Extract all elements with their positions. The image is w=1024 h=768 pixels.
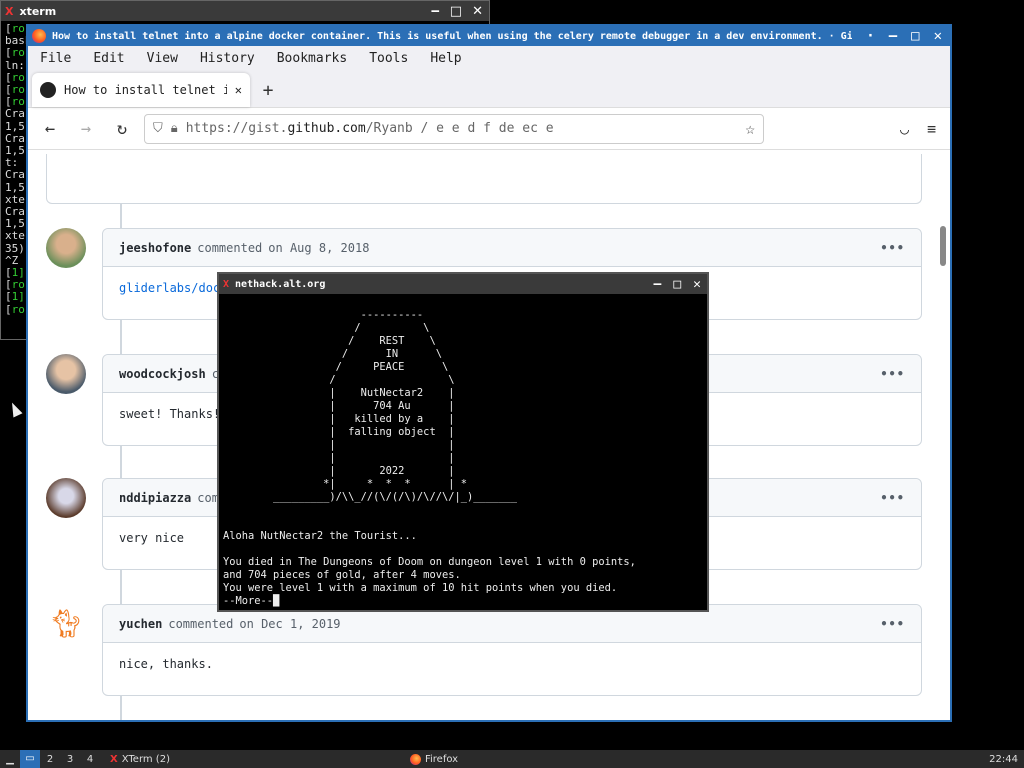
tab-close-icon[interactable]: ✕ [235,83,242,97]
x-logo-icon: X [5,4,14,18]
new-tab-button[interactable]: + [250,73,286,107]
tab-bar: How to install telnet in ✕ + [28,70,950,108]
sticky-icon[interactable]: · [866,28,874,44]
minimize-icon[interactable]: ‒ [431,4,440,19]
clock: 22:44 [989,753,1018,765]
menu-edit[interactable]: Edit [93,51,124,66]
comment-date[interactable]: on Aug 8, 2018 [268,241,369,255]
xterm-titlebar[interactable]: X xterm ‒ □ ✕ [1,1,489,21]
avatar[interactable] [46,354,86,394]
reload-button[interactable]: ↻ [108,115,136,143]
comment-header: jeeshofone commented on Aug 8, 2018 ••• [103,229,921,267]
firefox-logo-icon [409,753,421,765]
cat-avatar-icon[interactable]: 🐈︎ [46,604,86,644]
url-text: https://gist.github.com/Ryanb / e e d f … [185,121,554,136]
comment-author[interactable]: nddipiazza [119,491,191,505]
comment-date[interactable]: on Dec 1, 2019 [239,617,340,631]
menu-bar: File Edit View History Bookmarks Tools H… [28,46,950,70]
pocket-icon[interactable]: ◡ [900,120,909,138]
menu-bookmarks[interactable]: Bookmarks [277,51,347,66]
nethack-title: nethack.alt.org [235,278,326,290]
tab-gist[interactable]: How to install telnet in ✕ [32,73,250,107]
avatar[interactable] [46,478,86,518]
menu-view[interactable]: View [147,51,178,66]
comment-author[interactable]: jeeshofone [119,241,191,255]
xterm-title: xterm [19,4,57,18]
workspace-menu-icon[interactable]: ▁ [0,754,20,765]
comment-author[interactable]: woodcockjosh [119,367,206,381]
minimize-icon[interactable]: ‒ [889,28,897,44]
github-icon [40,82,56,98]
menu-help[interactable]: Help [430,51,461,66]
firefox-logo-icon [32,29,46,43]
more-options-icon[interactable]: ••• [880,617,905,631]
close-icon[interactable]: ✕ [934,28,942,44]
comment-author[interactable]: yuchen [119,617,162,631]
lock-icon[interactable]: 🔒︎ [171,121,178,136]
scrollbar-thumb[interactable] [940,226,946,266]
previous-comment-box [46,154,922,204]
taskbar: ▁ ▭ 2 3 4 X XTerm (2) Firefox 22:44 [0,750,1024,768]
tab-title: How to install telnet in [64,83,227,97]
shield-icon[interactable]: ⛉ [153,121,163,136]
x-logo-icon: X [110,753,118,765]
hamburger-menu-icon[interactable]: ≡ [927,120,936,138]
nethack-titlebar[interactable]: X nethack.alt.org ‒ □ ✕ [219,274,707,294]
mouse-pointer-icon [7,400,23,418]
close-icon[interactable]: ✕ [693,277,701,292]
comment-link[interactable]: gliderlabs/doc [119,281,220,295]
firefox-titlebar[interactable]: How to install telnet into a alpine dock… [28,26,950,46]
url-bar[interactable]: ⛉ 🔒︎ https://gist.github.com/Ryanb / e e… [144,113,764,144]
maximize-icon[interactable]: □ [911,28,919,44]
taskbar-xterm[interactable]: X XTerm (2) [110,754,170,765]
window-title: How to install telnet into a alpine dock… [52,30,853,42]
workspace-2[interactable]: 2 [40,754,60,765]
more-options-icon[interactable]: ••• [880,241,905,255]
avatar[interactable] [46,228,86,268]
more-options-icon[interactable]: ••• [880,491,905,505]
workspace-3[interactable]: 3 [60,754,80,765]
nethack-terminal-window[interactable]: X nethack.alt.org ‒ □ ✕ ---------- / \ /… [217,272,709,612]
maximize-icon[interactable]: □ [450,4,462,19]
menu-history[interactable]: History [200,51,255,66]
maximize-icon[interactable]: □ [673,277,681,292]
forward-button[interactable]: → [72,115,100,143]
workspace-1[interactable]: ▭ [20,750,40,768]
navigation-bar: ← → ↻ ⛉ 🔒︎ https://gist.github.com/Ryanb… [28,108,950,150]
comment-body: nice, thanks. [119,657,213,671]
close-icon[interactable]: ✕ [472,4,483,19]
workspace-4[interactable]: 4 [80,754,100,765]
minimize-icon[interactable]: ‒ [654,277,662,292]
bookmark-star-icon[interactable]: ☆ [745,119,755,138]
comment-box: yuchen commented on Dec 1, 2019 ••• nice… [102,604,922,696]
back-button[interactable]: ← [36,115,64,143]
menu-tools[interactable]: Tools [369,51,408,66]
x-logo-icon: X [223,278,230,290]
menu-file[interactable]: File [40,51,71,66]
nethack-screen[interactable]: ---------- / \ / REST \ / IN \ / PEACE \… [219,294,707,610]
taskbar-firefox[interactable]: Firefox [409,753,458,765]
more-options-icon[interactable]: ••• [880,367,905,381]
